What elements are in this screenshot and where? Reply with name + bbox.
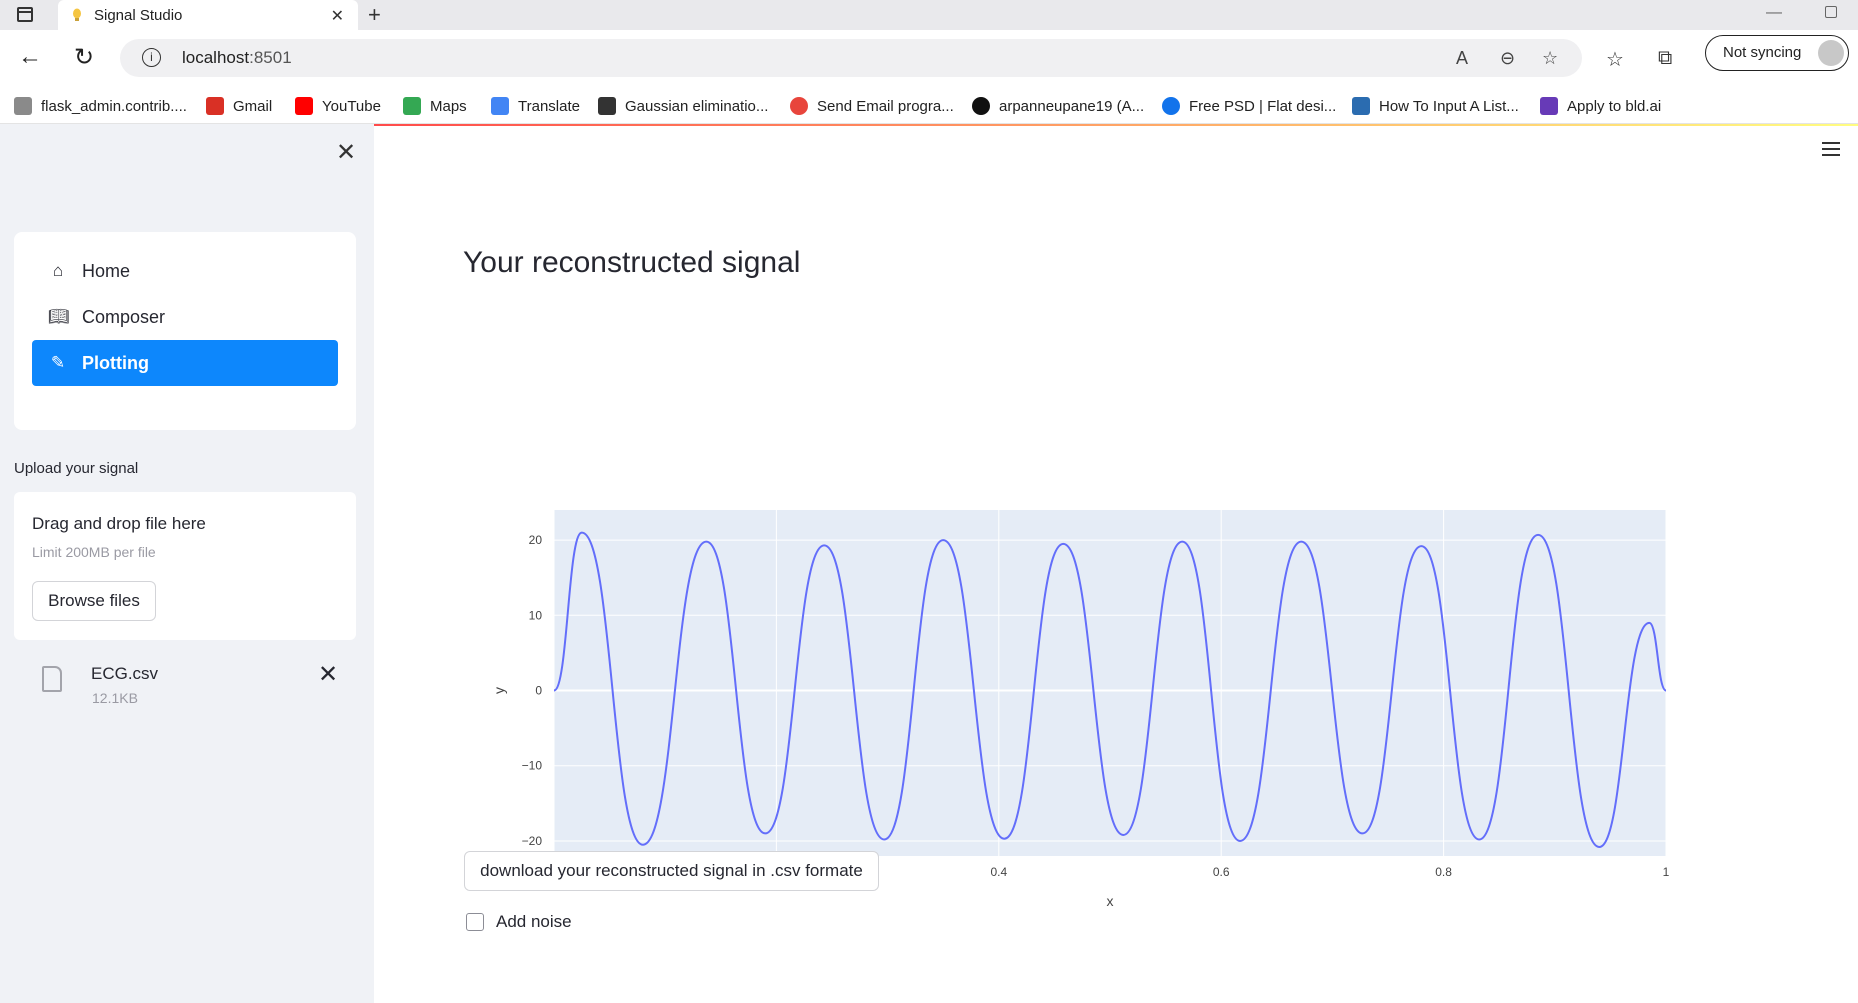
read-aloud-icon[interactable]: A (1456, 48, 1468, 69)
y-axis-label: y (491, 687, 507, 694)
file-icon (42, 666, 62, 692)
y-tick-label: −20 (522, 834, 543, 848)
dropzone-title: Drag and drop file here (32, 514, 206, 533)
bookmark-item[interactable]: arpanneupane19 (A... (972, 94, 1144, 118)
bookmark-item[interactable]: Gmail (206, 94, 272, 118)
collections-icon[interactable]: ⧉ (1658, 47, 1672, 70)
y-tick-label: 20 (529, 533, 543, 547)
y-tick-label: −10 (522, 759, 543, 773)
nav-menu: ⌂ Home 📖︎ Composer ✎ Plotting (14, 232, 356, 430)
image-icon (14, 97, 32, 115)
dropzone-limit: Limit 200MB per file (32, 544, 156, 560)
bookmark-item[interactable]: Gaussian eliminatio... (598, 94, 768, 118)
nav-item-composer[interactable]: 📖︎ Composer (32, 294, 338, 340)
x-axis-label: x (1107, 893, 1114, 909)
site-info-icon[interactable]: i (142, 48, 161, 67)
url-text[interactable]: localhost:8501 (182, 48, 292, 68)
favorites-icon[interactable]: ☆ (1606, 47, 1624, 72)
chart-svg: 00.20.40.60.81−20−1001020xy (491, 510, 1670, 909)
browser-toolbar: ← ↻ i localhost:8501 A ⊖ ☆ ☆ ⧉ Not synci… (0, 30, 1858, 88)
tab-actions-icon[interactable] (17, 7, 33, 22)
pen-icon: ✎ (50, 353, 66, 372)
add-noise-checkbox-row[interactable]: Add noise (466, 912, 572, 932)
browser-tab[interactable]: Signal Studio ✕ (58, 0, 358, 30)
x-tick-label: 0.8 (1435, 865, 1452, 879)
translate-icon (491, 97, 509, 115)
header-decoration (374, 124, 1858, 126)
add-noise-label: Add noise (496, 912, 572, 931)
zoom-out-icon[interactable]: ⊖ (1500, 48, 1515, 69)
browser-tab-bar: Signal Studio ✕ + — (0, 0, 1858, 30)
freepik-icon (1162, 97, 1180, 115)
home-icon: ⌂ (52, 261, 64, 280)
file-dropzone[interactable]: Drag and drop file here Limit 200MB per … (14, 492, 356, 640)
x-tick-label: 0.6 (1213, 865, 1230, 879)
nav-item-plotting[interactable]: ✎ Plotting (32, 340, 338, 386)
browse-files-button[interactable]: Browse files (32, 581, 156, 621)
browser-tab-title: Signal Studio (94, 6, 183, 24)
sidebar-close-icon[interactable]: ✕ (336, 138, 356, 167)
bookmark-item[interactable]: YouTube (295, 94, 381, 118)
upload-label: Upload your signal (14, 460, 139, 477)
back-icon[interactable]: ← (18, 43, 42, 71)
signal-chart[interactable]: 00.20.40.60.81−20−1001020xy (464, 370, 1694, 930)
bookmark-item[interactable]: Translate (491, 94, 580, 118)
gmail-icon (206, 97, 224, 115)
form-icon (1540, 97, 1558, 115)
window-restore-icon[interactable] (1825, 6, 1837, 18)
download-csv-button[interactable]: download your reconstructed signal in .c… (464, 851, 879, 891)
x-tick-label: 0.4 (990, 865, 1007, 879)
plot-area (554, 510, 1666, 856)
y-tick-label: 10 (529, 608, 543, 622)
maps-icon (403, 97, 421, 115)
bookmarks-bar: flask_admin.contrib.... Gmail YouTube Ma… (0, 88, 1858, 124)
reload-icon[interactable]: ↻ (74, 43, 94, 72)
streamlit-favicon-icon (73, 8, 81, 21)
page-title: Your reconstructed signal (463, 246, 801, 279)
profile-avatar (1818, 40, 1844, 66)
tab-close-icon[interactable]: ✕ (331, 6, 344, 26)
youtube-icon (295, 97, 313, 115)
bookmark-item[interactable]: Free PSD | Flat desi... (1162, 94, 1336, 118)
educative-icon (1352, 97, 1370, 115)
window-minimize-icon[interactable]: — (1766, 4, 1782, 22)
add-noise-checkbox[interactable] (466, 913, 484, 931)
bookmark-item[interactable]: Send Email progra... (790, 94, 954, 118)
email-program-icon (790, 97, 808, 115)
profile-sync-button[interactable]: Not syncing (1705, 35, 1849, 71)
file-name: ECG.csv (91, 664, 159, 683)
uploaded-file: ECG.csv 12.1KB ✕ (14, 654, 356, 714)
add-favorite-icon[interactable]: ☆ (1542, 48, 1558, 69)
remove-file-icon[interactable]: ✕ (318, 660, 338, 689)
streamlit-app: ✕ ⌂ Home 📖︎ Composer ✎ Plotting Upload y… (0, 124, 1858, 1003)
book-icon: 📖︎ (48, 307, 70, 326)
bookmark-item[interactable]: flask_admin.contrib.... (14, 94, 187, 118)
sidebar: ✕ ⌂ Home 📖︎ Composer ✎ Plotting Upload y… (0, 124, 374, 1003)
new-tab-icon[interactable]: + (368, 2, 381, 28)
x-tick-label: 1 (1663, 865, 1670, 879)
main-menu-icon[interactable] (1822, 142, 1840, 156)
math-icon (598, 97, 616, 115)
y-tick-label: 0 (535, 684, 542, 698)
bookmark-item[interactable]: Maps (403, 94, 467, 118)
github-icon (972, 97, 990, 115)
address-bar[interactable]: i localhost:8501 A ⊖ ☆ (120, 39, 1582, 77)
bookmark-item[interactable]: How To Input A List... (1352, 94, 1519, 118)
nav-item-home[interactable]: ⌂ Home (32, 248, 338, 294)
file-size: 12.1KB (92, 690, 138, 706)
bookmark-item[interactable]: Apply to bld.ai (1540, 94, 1661, 118)
